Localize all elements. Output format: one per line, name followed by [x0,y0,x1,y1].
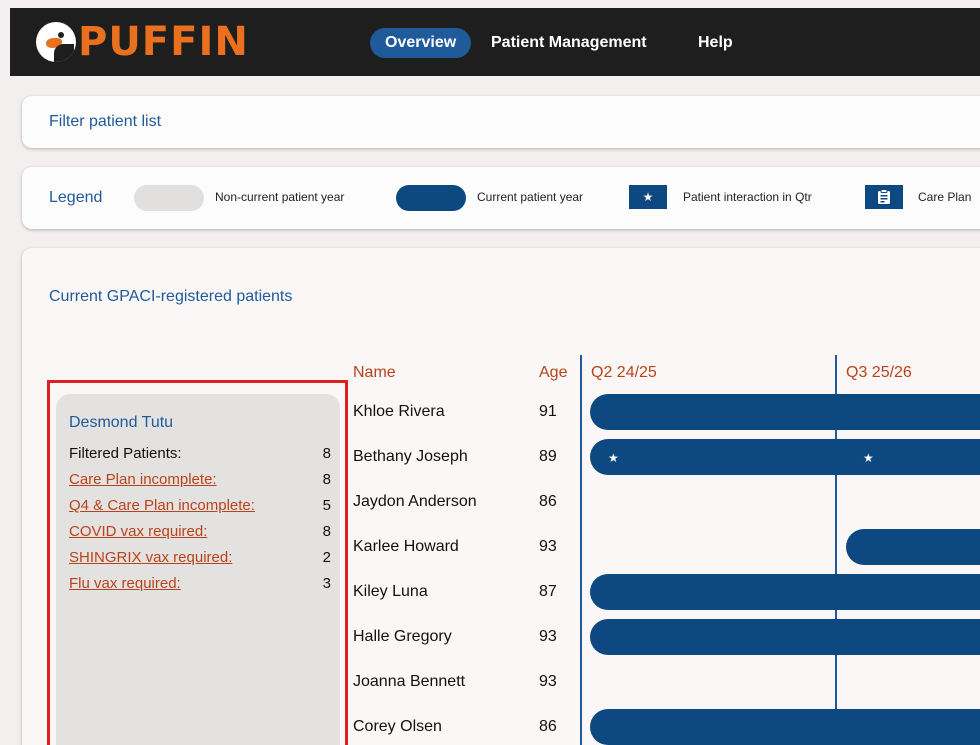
patient-age: 86 [539,718,557,735]
current-year-bar[interactable] [590,574,980,610]
care-plan-incomplete-count: 8 [322,471,331,488]
shingrix-vax-link[interactable]: SHINGRIX vax required: [69,549,232,566]
star-icon: ★ [608,451,619,465]
legend-current-label: Current patient year [477,190,584,204]
name-column-header[interactable]: Name [353,364,396,382]
star-icon: ★ [863,451,874,465]
clipboard-icon [865,185,903,209]
app-name: PUFFIN [78,19,249,65]
patients-title: Current GPACI-registered patients [49,288,293,305]
legend-non-current-label: Non-current patient year [215,190,345,204]
puffin-logo[interactable]: PUFFIN [36,18,249,66]
shingrix-vax-count: 2 [322,549,331,566]
summary-row: Care Plan incomplete: 8 [69,471,331,491]
patient-age: 93 [539,673,557,690]
filtered-patients-count: 8 [322,445,331,462]
current-year-bar[interactable] [590,709,980,745]
current-year-bar[interactable] [590,619,980,655]
patient-name[interactable]: Halle Gregory [353,628,452,646]
puffin-icon [36,22,76,62]
legend-care-plan-label: Care Plan [918,190,972,204]
filter-panel[interactable]: Filter patient list [22,96,980,148]
legend-interaction-label: Patient interaction in Qtr [683,190,812,204]
covid-vax-count: 8 [322,523,331,540]
covid-vax-link[interactable]: COVID vax required: [69,523,207,540]
summary-highlight: Desmond Tutu Filtered Patients: 8 Care P… [47,380,348,745]
filtered-patients-label: Filtered Patients: [69,445,182,462]
q4-care-plan-incomplete-count: 5 [322,497,331,514]
non-current-year-swatch [134,185,204,211]
filter-title[interactable]: Filter patient list [49,113,161,131]
nav-patient-management[interactable]: Patient Management [491,28,647,58]
patient-name[interactable]: Corey Olsen [353,718,442,736]
flu-vax-link[interactable]: Flu vax required: [69,575,181,592]
summary-row: Flu vax required: 3 [69,575,331,595]
patient-name[interactable]: Kiley Luna [353,583,428,601]
current-year-swatch [396,185,466,211]
top-nav-bar: PUFFIN Overview Patient Management Help [10,8,980,76]
current-year-bar[interactable] [846,529,980,565]
summary-row: SHINGRIX vax required: 2 [69,549,331,569]
age-column-header[interactable]: Age [539,364,567,382]
patient-age: 86 [539,493,557,510]
clinician-name[interactable]: Desmond Tutu [69,414,173,432]
summary-row: COVID vax required: 8 [69,523,331,543]
current-year-bar[interactable]: ★ ★ [590,439,980,475]
quarter-header-q2-24-25: Q2 24/25 [591,364,657,381]
timeline-divider [580,355,582,745]
nav-help[interactable]: Help [698,28,733,58]
patient-name[interactable]: Khloe Rivera [353,403,445,421]
nav-overview[interactable]: Overview [370,28,472,58]
summary-row: Q4 & Care Plan incomplete: 5 [69,497,331,517]
patient-age: 87 [539,583,557,600]
legend-title: Legend [49,189,103,206]
current-year-bar[interactable] [590,394,980,430]
patient-name[interactable]: Joanna Bennett [353,673,465,691]
patient-name[interactable]: Bethany Joseph [353,448,468,466]
star-icon: ★ [629,185,667,209]
patient-age: 93 [539,538,557,555]
care-plan-incomplete-link[interactable]: Care Plan incomplete: [69,471,217,488]
patient-age: 89 [539,448,557,465]
legend-panel: Legend Non-current patient year Current … [22,167,980,229]
clinician-summary-card: Desmond Tutu Filtered Patients: 8 Care P… [56,394,340,745]
flu-vax-count: 3 [322,575,331,592]
patient-age: 93 [539,628,557,645]
summary-row: Filtered Patients: 8 [69,445,331,465]
patient-name[interactable]: Jaydon Anderson [353,493,477,511]
patient-age: 91 [539,403,557,420]
quarter-header-q3-25-26: Q3 25/26 [846,364,912,381]
patient-name[interactable]: Karlee Howard [353,538,459,556]
q4-care-plan-incomplete-link[interactable]: Q4 & Care Plan incomplete: [69,497,255,514]
